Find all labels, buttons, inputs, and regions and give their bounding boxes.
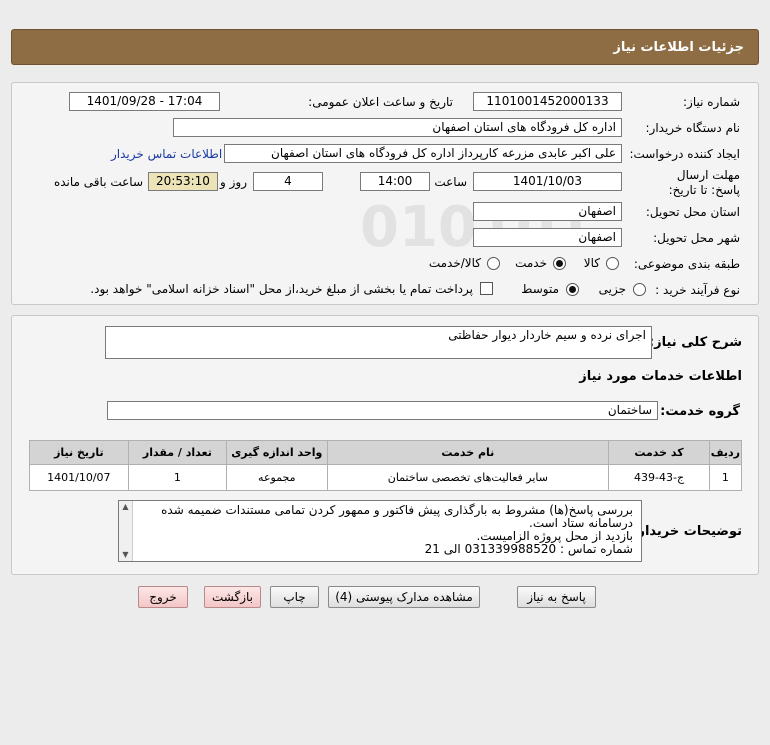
creator-field: علی اکبر عابدی مزرعه کارپرداز اداره کل ف… xyxy=(224,144,622,163)
col-row: ردیف xyxy=(708,440,743,465)
details-panel xyxy=(11,82,759,305)
remaining-label: ساعت باقی مانده xyxy=(53,175,143,189)
cell-code: ج-43-439 xyxy=(608,464,710,491)
reply-button[interactable]: پاسخ به نیاز xyxy=(517,586,596,608)
notes-line-4: شماره تماس : 031339988520 الی 21 xyxy=(424,542,633,556)
city-label: شهر محل تحویل: xyxy=(653,231,740,245)
col-code: کد خدمت xyxy=(608,440,710,465)
category-goods-service-label: کالا/خدمت xyxy=(428,256,481,270)
cell-date: 1401/10/07 xyxy=(29,464,129,491)
announce-label: تاریخ و ساعت اعلان عمومی: xyxy=(308,95,453,109)
page-title: جزئیات اطلاعات نیاز xyxy=(613,40,744,55)
attachments-button[interactable]: مشاهده مدارک پیوستی (4) xyxy=(328,586,480,608)
deadline-date-field: 1401/10/03 xyxy=(473,172,622,191)
category-radio-goods-service[interactable] xyxy=(487,257,500,270)
treasury-checkbox[interactable] xyxy=(480,282,493,295)
process-label: نوع فرآیند خرید : xyxy=(655,283,740,297)
process-medium-label: متوسط xyxy=(521,282,559,296)
contact-buyer-link[interactable]: اطلاعات تماس خریدار xyxy=(111,147,222,161)
category-radio-service[interactable] xyxy=(553,257,566,270)
notes-scrollbar[interactable]: ▲ ▼ xyxy=(119,501,133,561)
col-name: نام خدمت xyxy=(326,440,610,465)
service-group-field: ساختمان xyxy=(107,401,658,420)
province-field: اصفهان xyxy=(473,202,622,221)
process-radio-minor[interactable] xyxy=(633,283,646,296)
description-field: اجرای نرده و سیم خاردار دیوار حفاظتی xyxy=(105,326,652,359)
col-qty: تعداد / مقدار xyxy=(127,440,228,465)
process-minor-label: جزیی xyxy=(598,282,626,296)
back-button[interactable]: بازگشت xyxy=(204,586,261,608)
scroll-up-icon[interactable]: ▲ xyxy=(119,501,132,513)
cell-row: 1 xyxy=(708,464,743,491)
table-header-row: ردیف کد خدمت نام خدمت واحد اندازه گیری ت… xyxy=(29,440,743,465)
scroll-down-icon[interactable]: ▼ xyxy=(119,549,132,561)
days-field: 4 xyxy=(253,172,323,191)
category-label: طبقه بندی موضوعی: xyxy=(633,257,740,271)
cell-qty: 1 xyxy=(127,464,228,491)
city-field: اصفهان xyxy=(473,228,622,247)
process-radio-medium[interactable] xyxy=(566,283,579,296)
cell-unit: مجموعه xyxy=(226,464,328,491)
deadline-time-label: ساعت xyxy=(434,175,467,189)
deadline-time-field: 14:00 xyxy=(360,172,430,191)
province-label: استان محل تحویل: xyxy=(645,205,740,219)
deadline-label: مهلت ارسال پاسخ: تا تاریخ: xyxy=(668,168,740,197)
need-number-field: 1101001452000133 xyxy=(473,92,622,111)
col-date: تاریخ نیاز xyxy=(29,440,129,465)
buyer-notes-label: توضیحات خریدار: xyxy=(632,524,742,539)
col-unit: واحد اندازه گیری xyxy=(226,440,328,465)
print-button[interactable]: چاپ xyxy=(270,586,319,608)
treasury-note: پرداخت تمام یا بخشی از مبلغ خرید،از محل … xyxy=(90,282,473,296)
services-section-title: اطلاعات خدمات مورد نیاز xyxy=(579,369,742,384)
buyer-notes-box: بررسی پاسخ(ها) مشروط به بارگذاری پیش فاک… xyxy=(118,500,642,562)
service-group-label: گروه خدمت: xyxy=(660,404,740,419)
page-header: جزئیات اطلاعات نیاز xyxy=(11,29,759,65)
category-service-label: خدمت xyxy=(515,256,547,270)
announce-field: 1401/09/28 - 17:04 xyxy=(69,92,220,111)
services-table: ردیف کد خدمت نام خدمت واحد اندازه گیری ت… xyxy=(29,440,743,491)
exit-button[interactable]: خروج xyxy=(138,586,188,608)
table-row: 1 ج-43-439 سایر فعالیت‌های تخصصی ساختمان… xyxy=(29,464,743,491)
description-label: شرح کلی نیاز: xyxy=(648,335,742,350)
cell-name: سایر فعالیت‌های تخصصی ساختمان xyxy=(326,464,610,491)
buyer-field: اداره کل فرودگاه های استان اصفهان xyxy=(173,118,622,137)
days-label: روز و xyxy=(220,175,247,189)
creator-label: ایجاد کننده درخواست: xyxy=(629,147,740,161)
category-goods-label: کالا xyxy=(583,256,600,270)
buyer-label: نام دستگاه خریدار: xyxy=(645,121,741,135)
remaining-time-field: 20:53:10 xyxy=(148,172,218,191)
need-number-label: شماره نیاز: xyxy=(683,95,740,109)
category-radio-goods[interactable] xyxy=(606,257,619,270)
